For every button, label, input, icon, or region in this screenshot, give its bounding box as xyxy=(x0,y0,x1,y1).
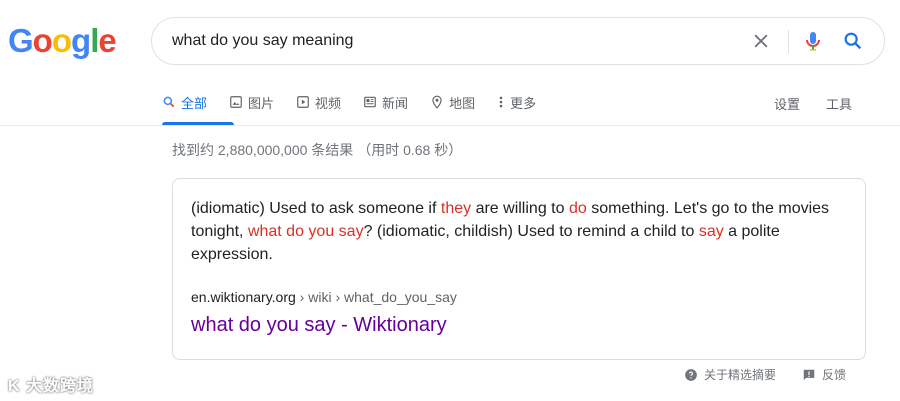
tab-label: 地图 xyxy=(449,95,476,111)
snippet-part: are willing to xyxy=(471,200,569,217)
cite-path: › wiki › what_do_you_say xyxy=(295,289,457,305)
settings-link[interactable]: 设置 xyxy=(774,94,800,113)
snippet-highlight: what do you say xyxy=(247,223,364,240)
snippet-text: (idiomatic) Used to ask someone if they … xyxy=(191,197,851,266)
map-pin-icon xyxy=(430,95,444,109)
close-icon xyxy=(754,34,768,48)
tools-link[interactable]: 工具 xyxy=(826,94,852,113)
featured-snippet: (idiomatic) Used to ask someone if they … xyxy=(172,178,866,360)
header-divider xyxy=(0,125,900,126)
tab-label: 新闻 xyxy=(382,95,409,111)
feedback-label: 反馈 xyxy=(821,368,846,382)
snippet-part: (idiomatic) Used to ask someone if xyxy=(191,200,441,217)
tab-label: 图片 xyxy=(248,95,275,111)
tab-label: 更多 xyxy=(510,95,537,111)
search-input[interactable] xyxy=(172,30,732,52)
snippet-footer: 关于精选摘要 反馈 xyxy=(684,366,846,383)
news-icon xyxy=(363,95,377,109)
feedback-icon xyxy=(803,369,815,380)
tab-label: 全部 xyxy=(181,95,208,111)
search-tabs: 全部 图片 视频 新闻 地图 更多 xyxy=(162,90,558,126)
logo-letter: e xyxy=(98,22,116,59)
result-url[interactable]: en.wiktionary.org › wiki › what_do_you_s… xyxy=(191,289,457,305)
logo-letter: l xyxy=(90,22,99,59)
image-icon xyxy=(229,95,243,109)
clear-button[interactable] xyxy=(748,28,774,54)
more-vert-icon xyxy=(497,95,505,109)
snippet-highlight: say xyxy=(698,223,724,240)
about-label: 关于精选摘要 xyxy=(703,368,776,382)
cite-domain: en.wiktionary.org xyxy=(191,289,296,305)
watermark: K 大数跨境 xyxy=(8,378,95,395)
tab-videos[interactable]: 视频 xyxy=(296,90,341,114)
google-logo[interactable]: Google xyxy=(8,22,117,60)
logo-letter: o xyxy=(51,22,72,59)
logo-letter: G xyxy=(8,22,34,59)
tab-more[interactable]: 更多 xyxy=(497,90,536,114)
video-icon xyxy=(296,95,310,109)
search-button[interactable] xyxy=(840,28,866,54)
search-box xyxy=(151,17,885,65)
about-featured-snippets[interactable]: 关于精选摘要 xyxy=(684,366,776,383)
snippet-highlight: they xyxy=(440,200,472,217)
snippet-part: ? (idiomatic, childish) Used to remind a… xyxy=(363,223,699,240)
search-icon xyxy=(162,95,176,109)
result-stats: 找到约 2,880,000,000 条结果 （用时 0.68 秒） xyxy=(172,142,463,158)
snippet-highlight: do xyxy=(568,200,587,217)
tab-news[interactable]: 新闻 xyxy=(363,90,408,114)
tab-maps[interactable]: 地图 xyxy=(430,90,475,114)
help-icon xyxy=(685,368,697,381)
feedback-button[interactable]: 反馈 xyxy=(802,366,846,383)
divider xyxy=(788,30,789,54)
logo-letter: o xyxy=(32,22,53,59)
logo-letter: g xyxy=(71,22,91,59)
tab-all[interactable]: 全部 xyxy=(162,90,207,114)
result-title-link[interactable]: what do you say - Wiktionary xyxy=(191,314,447,337)
tab-label: 视频 xyxy=(315,95,342,111)
search-icon xyxy=(844,32,862,50)
voice-search-button[interactable] xyxy=(800,28,826,54)
tools-bar: 设置 工具 xyxy=(774,94,852,113)
microphone-icon xyxy=(806,32,820,51)
tab-images[interactable]: 图片 xyxy=(229,90,274,114)
